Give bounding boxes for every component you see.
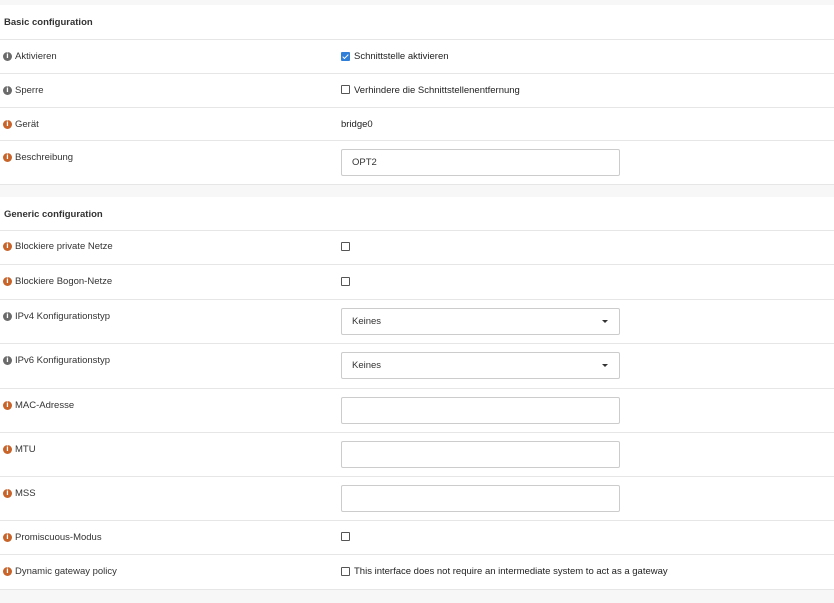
gateway-policy-checkbox-label[interactable]: This interface does not require an inter… [354, 566, 668, 577]
basic-config-header: Basic configuration [0, 5, 834, 40]
mss-input[interactable] [341, 485, 620, 512]
row-block-bogon: i Blockiere Bogon-Netze [0, 265, 834, 300]
field-label: i Sperre [3, 85, 44, 96]
info-icon[interactable]: i [3, 242, 12, 251]
ipv6-type-select[interactable]: Keines [341, 352, 620, 379]
lock-checkbox[interactable] [341, 85, 350, 94]
section-title: Generic configuration [4, 209, 103, 220]
info-icon[interactable]: i [3, 312, 12, 321]
info-icon[interactable]: i [3, 445, 12, 454]
info-icon[interactable]: i [3, 120, 12, 129]
field-label: i IPv4 Konfigurationstyp [3, 311, 110, 322]
info-icon[interactable]: i [3, 533, 12, 542]
block-bogon-checkbox[interactable] [341, 277, 350, 286]
field-label: i MSS [3, 488, 36, 499]
field-label: i Blockiere Bogon-Netze [3, 276, 112, 287]
info-icon[interactable]: i [3, 356, 12, 365]
caret-down-icon [602, 320, 608, 323]
row-device: i Gerät bridge0 [0, 108, 834, 141]
row-promisc: i Promiscuous-Modus [0, 521, 834, 555]
row-mtu: i MTU [0, 433, 834, 477]
section-title: Basic configuration [4, 17, 93, 28]
field-label: i IPv6 Konfigurationstyp [3, 355, 110, 366]
enable-checkbox-label[interactable]: Schnittstelle aktivieren [354, 51, 449, 62]
info-icon[interactable]: i [3, 567, 12, 576]
row-block-private: i Blockiere private Netze [0, 231, 834, 265]
field-label: i Promiscuous-Modus [3, 532, 102, 543]
field-label: i MAC-Adresse [3, 400, 74, 411]
row-mss: i MSS [0, 477, 834, 521]
generic-config-header: Generic configuration [0, 197, 834, 231]
info-icon[interactable]: i [3, 153, 12, 162]
row-ipv6-type: i IPv6 Konfigurationstyp Keines [0, 344, 834, 389]
mtu-input[interactable] [341, 441, 620, 468]
enable-checkbox[interactable] [341, 52, 350, 61]
row-enable: i Aktivieren Schnittstelle aktivieren [0, 40, 834, 74]
promisc-checkbox[interactable] [341, 532, 350, 541]
caret-down-icon [602, 364, 608, 367]
gateway-policy-checkbox[interactable] [341, 567, 350, 576]
description-input[interactable]: OPT2 [341, 149, 620, 176]
row-gateway-policy: i Dynamic gateway policy This interface … [0, 555, 834, 590]
block-private-checkbox[interactable] [341, 242, 350, 251]
field-label: i Beschreibung [3, 152, 73, 163]
field-label: i Dynamic gateway policy [3, 566, 117, 577]
row-ipv4-type: i IPv4 Konfigurationstyp Keines [0, 300, 834, 344]
device-value: bridge0 [341, 119, 373, 130]
mac-input[interactable] [341, 397, 620, 424]
info-icon[interactable]: i [3, 277, 12, 286]
info-icon[interactable]: i [3, 86, 12, 95]
field-label: i Gerät [3, 119, 39, 130]
info-icon[interactable]: i [3, 401, 12, 410]
field-label: i MTU [3, 444, 36, 455]
lock-checkbox-label[interactable]: Verhindere die Schnittstellenentfernung [354, 85, 520, 96]
field-label: i Blockiere private Netze [3, 241, 113, 252]
info-icon[interactable]: i [3, 52, 12, 61]
info-icon[interactable]: i [3, 489, 12, 498]
ipv4-type-select[interactable]: Keines [341, 308, 620, 335]
row-mac: i MAC-Adresse [0, 389, 834, 433]
row-lock: i Sperre Verhindere die Schnittstellenen… [0, 74, 834, 108]
row-description: i Beschreibung OPT2 [0, 141, 834, 185]
field-label: i Aktivieren [3, 51, 57, 62]
